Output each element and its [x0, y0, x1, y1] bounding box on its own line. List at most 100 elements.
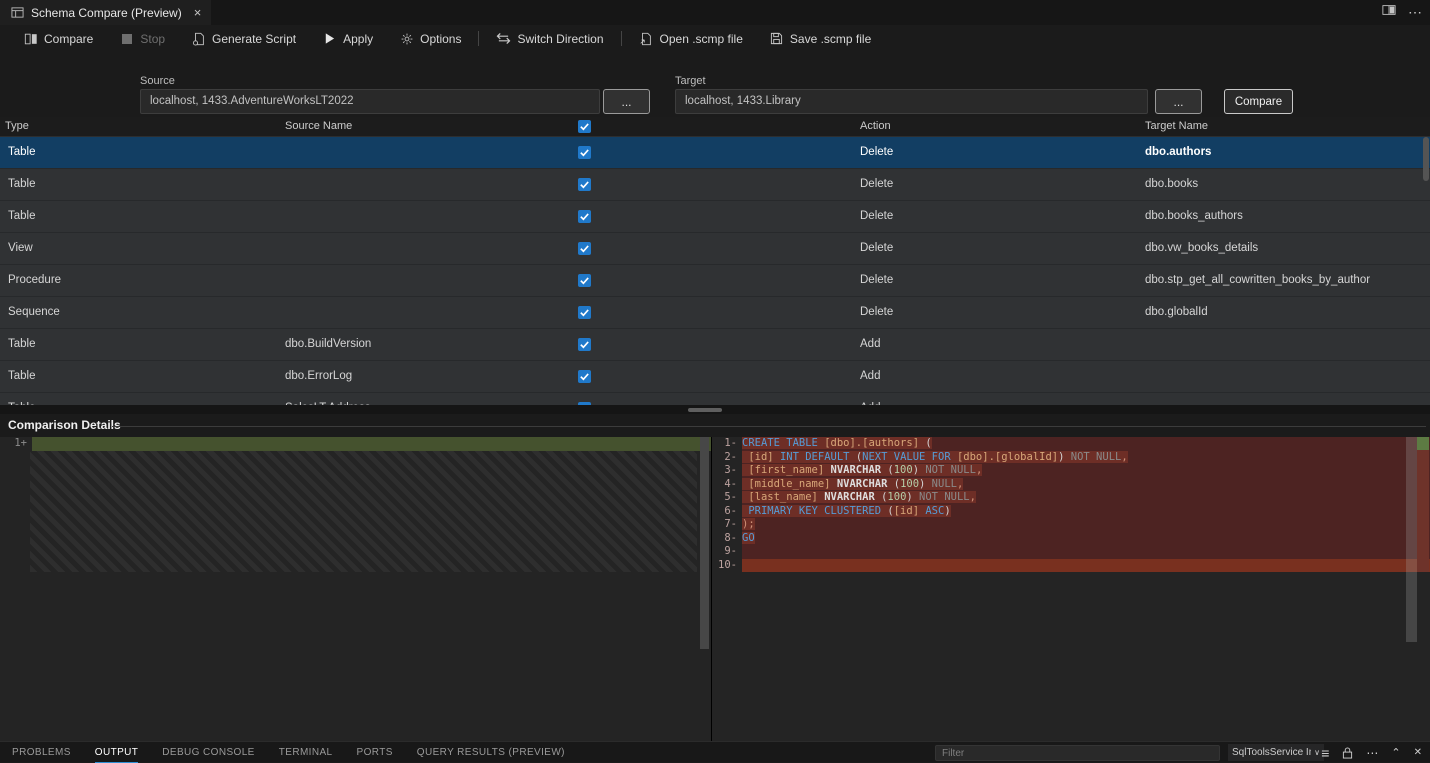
table-row[interactable]: TableDeletedbo.books	[0, 169, 1430, 201]
include-checkbox[interactable]	[578, 146, 591, 159]
schema-compare-icon	[10, 5, 25, 20]
chevron-down-icon: ∨	[1314, 748, 1320, 757]
overview-ruler	[1417, 437, 1430, 741]
column-type[interactable]: Type	[5, 120, 29, 132]
column-action[interactable]: Action	[860, 120, 891, 132]
output-filter-input[interactable]	[935, 745, 1220, 761]
source-input[interactable]: localhost, 1433.AdventureWorksLT2022	[140, 89, 600, 114]
schema-compare-toolbar: Compare Stop Generate Script Apply Options Sw…	[0, 25, 1430, 52]
clear-output-icon[interactable]: ≡	[1321, 745, 1329, 761]
sash-drag-handle[interactable]	[688, 408, 722, 412]
panel-tab-query-results-preview[interactable]: QUERY RESULTS (PREVIEW)	[417, 742, 565, 763]
toolbar-generate-script-button[interactable]: Generate Script	[178, 25, 309, 52]
lock-scroll-icon[interactable]	[1342, 747, 1353, 759]
diff-target-pane[interactable]: 1-CREATE TABLE [dbo].[authors] (2- [id] …	[712, 437, 1430, 741]
panel-sash	[0, 405, 1430, 414]
right-line-number: 8-	[712, 532, 742, 546]
row-action: Delete	[860, 210, 893, 222]
include-checkbox[interactable]	[578, 242, 591, 255]
include-checkbox[interactable]	[578, 338, 591, 351]
deleted-line: 8-GO	[712, 532, 1430, 546]
toolbar-open-scmp-file-button[interactable]: Open .scmp file	[626, 25, 756, 52]
include-checkbox[interactable]	[578, 210, 591, 223]
tab-schema-compare[interactable]: Schema Compare (Preview) ×	[0, 0, 211, 25]
compare-icon	[23, 31, 38, 46]
compare-button[interactable]: Compare	[1224, 89, 1293, 114]
table-row[interactable]: TableSalesLT.AddressAdd	[0, 393, 1430, 405]
row-action: Delete	[860, 274, 893, 286]
diff-source-pane[interactable]: 1+	[0, 437, 712, 741]
open-file-icon	[639, 31, 654, 46]
toolbar-label: Generate Script	[212, 32, 296, 46]
tab-title: Schema Compare (Preview)	[31, 6, 182, 20]
panel-tab-debug-console[interactable]: DEBUG CONSOLE	[162, 742, 254, 763]
toolbar-compare-button[interactable]: Compare	[10, 25, 106, 52]
panel-tab-ports[interactable]: PORTS	[357, 742, 393, 763]
diff-editor: 1+ 1-CREATE TABLE [dbo].[authors] (2- [i…	[0, 437, 1430, 741]
table-row[interactable]: Tabledbo.ErrorLogAdd	[0, 361, 1430, 393]
right-line-number: 6-	[712, 505, 742, 519]
panel-tab-problems[interactable]: PROBLEMS	[12, 742, 71, 763]
table-row[interactable]: TableDeletedbo.authors	[0, 137, 1430, 169]
table-row[interactable]: ProcedureDeletedbo.stp_get_all_cowritten…	[0, 265, 1430, 297]
column-source[interactable]: Source Name	[285, 120, 352, 132]
panel-more-actions-icon[interactable]: ⋯	[1366, 746, 1378, 760]
details-divider	[112, 426, 1426, 427]
row-source-name: dbo.ErrorLog	[285, 370, 352, 382]
right-line-number: 10-	[712, 559, 742, 573]
row-target-name: dbo.books	[1145, 178, 1198, 190]
toolbar-label: Apply	[343, 32, 373, 46]
toolbar-label: Stop	[140, 32, 165, 46]
deleted-line: 4- [middle_name] NVARCHAR (100) NULL,	[712, 478, 1430, 492]
toolbar-switch-direction-button[interactable]: Switch Direction	[483, 25, 616, 52]
row-type: Table	[8, 338, 36, 350]
grid-scrollbar[interactable]	[1423, 137, 1429, 181]
right-line-number: 7-	[712, 518, 742, 532]
row-action: Delete	[860, 242, 893, 254]
overview-deleted-mark	[1417, 450, 1429, 572]
include-checkbox[interactable]	[578, 370, 591, 383]
source-browse-button[interactable]: ...	[603, 89, 650, 114]
maximize-panel-icon[interactable]: ⌃	[1391, 746, 1400, 759]
switch-icon	[496, 31, 511, 46]
close-panel-icon[interactable]: ✕	[1414, 747, 1422, 758]
row-type: Table	[8, 370, 36, 382]
panel-tab-output[interactable]: OUTPUT	[95, 742, 139, 763]
toolbar-save-scmp-file-button[interactable]: Save .scmp file	[756, 25, 884, 52]
right-line-number: 1-	[712, 437, 742, 451]
target-browse-button[interactable]: ...	[1155, 89, 1202, 114]
toolbar-separator	[621, 31, 622, 46]
deleted-line: 5- [last_name] NVARCHAR (100) NOT NULL,	[712, 491, 1430, 505]
table-row[interactable]: Tabledbo.BuildVersionAdd	[0, 329, 1430, 361]
row-type: Table	[8, 210, 36, 222]
table-row[interactable]: Table Delete dbo.books_authors	[0, 201, 1430, 233]
toolbar-options-button[interactable]: Options	[386, 25, 474, 52]
row-target-name: dbo.books_authors	[1145, 210, 1243, 222]
row-source-name: dbo.BuildVersion	[285, 338, 371, 350]
row-target-name: dbo.authors	[1145, 146, 1211, 158]
select-all-checkbox[interactable]	[578, 120, 591, 133]
include-checkbox[interactable]	[578, 178, 591, 191]
diff-placeholder-hatch	[30, 451, 697, 573]
row-type: Table	[8, 146, 36, 158]
panel-tab-terminal[interactable]: TERMINAL	[279, 742, 333, 763]
output-channel-select[interactable]: SqlToolsService Initializ ∨	[1228, 744, 1324, 761]
added-line: 1+	[0, 437, 711, 451]
target-pane-scrollbar[interactable]	[1406, 437, 1417, 642]
include-checkbox[interactable]	[578, 274, 591, 287]
comparison-details-title: Comparison Details	[8, 418, 121, 432]
toolbar-label: Switch Direction	[517, 32, 603, 46]
table-row[interactable]: SequenceDeletedbo.globalId	[0, 297, 1430, 329]
tab-close-icon[interactable]: ×	[194, 5, 202, 20]
right-line-number: 3-	[712, 464, 742, 478]
split-editor-icon[interactable]	[1382, 3, 1396, 22]
target-input[interactable]: localhost, 1433.Library	[675, 89, 1148, 114]
column-target[interactable]: Target Name	[1145, 120, 1208, 132]
toolbar-apply-button[interactable]: Apply	[309, 25, 386, 52]
table-row[interactable]: ViewDeletedbo.vw_books_details	[0, 233, 1430, 265]
toolbar-label: Save .scmp file	[790, 32, 871, 46]
editor-more-actions-icon[interactable]: ⋯	[1408, 4, 1422, 21]
source-pane-scrollbar[interactable]	[700, 437, 709, 649]
include-checkbox[interactable]	[578, 306, 591, 319]
script-icon	[191, 31, 206, 46]
